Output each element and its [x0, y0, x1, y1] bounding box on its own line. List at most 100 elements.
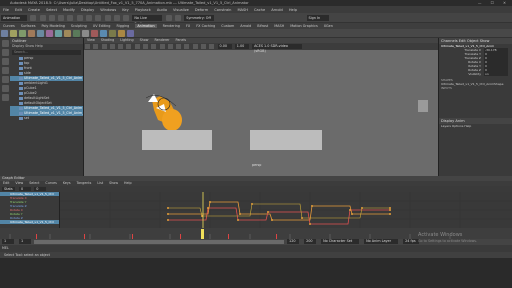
graph-menu-show[interactable]: Show [109, 181, 118, 185]
camera-select-icon[interactable] [85, 44, 90, 49]
shelf-tab-mash[interactable]: MASH [274, 24, 284, 28]
shelf-tool-icon[interactable] [10, 30, 17, 37]
graph-menu-list[interactable]: List [97, 181, 103, 185]
menu-constrain[interactable]: Constrain [214, 8, 231, 12]
textured-icon[interactable] [159, 44, 165, 49]
keyframes[interactable] [167, 201, 391, 225]
viewport-menu-renderer[interactable]: Renderer [154, 38, 169, 42]
shelf-tab-bifrost[interactable]: Bifrost [257, 24, 268, 28]
wireframe-icon[interactable] [142, 44, 148, 49]
channel-row[interactable]: Visibility on [439, 72, 512, 76]
grid-icon[interactable] [118, 44, 124, 49]
shelf-tab-motion-graphics[interactable]: Motion Graphics [290, 24, 318, 28]
shelf-tab-curves[interactable]: Curves [3, 24, 15, 28]
shelf-tab-uv-editing[interactable]: UV Editing [93, 24, 111, 28]
shelf-tab-sculpting[interactable]: Sculpting [71, 24, 87, 28]
save-scene-icon[interactable] [48, 15, 55, 21]
menu-arnold[interactable]: Arnold [271, 8, 283, 12]
ipr-render-icon[interactable] [174, 15, 181, 21]
viewport-panel[interactable]: View Shading Lighting Show Renderer Panels 0.… [84, 38, 438, 176]
shelf-tab-fx-caching[interactable]: FX Caching [196, 24, 215, 28]
antialiasing-icon[interactable] [192, 44, 198, 49]
shelf-tab-arnold[interactable]: Arnold [240, 24, 251, 28]
menu-windows[interactable]: Windows [100, 8, 116, 12]
time-cursor[interactable] [201, 229, 204, 239]
shelf-tool-icon[interactable] [82, 30, 89, 37]
last-tool-icon[interactable] [1, 94, 9, 101]
graph-curve-item[interactable]: Ultimate_Tailed_v1_V1_5_Ctrl [0, 220, 59, 224]
shelf-tool-icon[interactable] [118, 30, 125, 37]
outliner-menu[interactable]: Display Show Help [10, 44, 83, 49]
range-end-field[interactable]: 120 [287, 239, 300, 244]
shelf-tool-icon[interactable] [127, 30, 134, 37]
shelf-tool-icon[interactable] [100, 30, 107, 37]
menu-select[interactable]: Select [46, 8, 57, 12]
menu-key[interactable]: Key [122, 8, 129, 12]
graph-menu-keys[interactable]: Keys [63, 181, 71, 185]
undo-icon[interactable] [58, 15, 65, 21]
outliner-item[interactable]: set [10, 116, 83, 121]
shelf-tab-xgen[interactable]: XGen [324, 24, 333, 28]
pcube-right[interactable] [250, 130, 322, 150]
viewport-menu-panels[interactable]: Panels [176, 38, 187, 42]
fps-field[interactable]: 24 fps [403, 239, 420, 244]
graph-menu-tangents[interactable]: Tangents [77, 181, 92, 185]
menu-help[interactable]: Help [289, 8, 297, 12]
select-hierarchy-icon[interactable] [76, 15, 83, 21]
stats-field-value[interactable]: 0 [18, 187, 31, 191]
shelf-tool-icon[interactable] [37, 30, 44, 37]
shelf-tool-icon[interactable] [1, 30, 8, 37]
shelf-tool-icon[interactable] [64, 30, 71, 37]
menu-create[interactable]: Create [28, 8, 40, 12]
graph-menu-select[interactable]: Select [29, 181, 39, 185]
shelf-tool-icon[interactable] [73, 30, 80, 37]
move-tool-icon[interactable] [1, 67, 9, 74]
select-object-icon[interactable] [85, 15, 92, 21]
isolate-select-icon[interactable] [200, 44, 206, 49]
camera-attributes-icon[interactable] [93, 44, 99, 49]
select-component-icon[interactable] [95, 15, 102, 21]
exposure-field[interactable]: 0.00 [217, 44, 232, 49]
menu-file[interactable]: File [3, 8, 9, 12]
fox-character[interactable] [145, 94, 182, 131]
bookmark-icon[interactable] [101, 44, 107, 49]
start-time-field[interactable]: 1 [2, 239, 14, 244]
snap-point-icon[interactable] [123, 15, 130, 21]
viewport-menu-shading[interactable]: Shading [101, 38, 114, 42]
graph-menu-curves[interactable]: Curves [45, 181, 56, 185]
menu-deform[interactable]: Deform [195, 8, 208, 12]
rotate-tool-icon[interactable] [1, 76, 9, 83]
shelf-tab-poly-modeling[interactable]: Poly Modeling [41, 24, 64, 28]
select-tool-icon[interactable] [1, 40, 9, 47]
menu-set-dropdown[interactable]: Animation [1, 15, 27, 21]
shelf-tool-icon[interactable] [46, 30, 53, 37]
menu-mash[interactable]: MASH [237, 8, 248, 12]
snap-curve-icon[interactable] [113, 15, 120, 21]
stats-field-time[interactable]: 0 [34, 187, 47, 191]
open-scene-icon[interactable] [39, 15, 46, 21]
graph-menu-edit[interactable]: Edit [3, 181, 9, 185]
channel-value[interactable]: on [484, 72, 508, 76]
snap-grid-icon[interactable] [104, 15, 111, 21]
layer-editor-menu[interactable]: Layers Options Help [439, 124, 512, 128]
shelf-tab-fx[interactable]: FX [186, 24, 190, 28]
menu-playback[interactable]: Playback [135, 8, 151, 12]
range-slider-bar[interactable] [34, 240, 285, 244]
sign-in-button[interactable]: Sign In [306, 15, 329, 21]
menu-visualize[interactable]: Visualize [173, 8, 189, 12]
viewport-scene[interactable] [84, 50, 438, 176]
resolution-gate-icon[interactable] [134, 44, 140, 49]
command-line[interactable]: MEL [0, 245, 512, 252]
menu-edit[interactable]: Edit [15, 8, 22, 12]
end-time-field[interactable]: 200 [304, 239, 317, 244]
color-space-field[interactable]: ACES 1.0 SDR-video (sRGB) [252, 44, 303, 53]
viewport-menu-view[interactable]: View [87, 38, 95, 42]
shelf-tool-icon[interactable] [109, 30, 116, 37]
graph-menu-view[interactable]: View [15, 181, 23, 185]
curve-translate-x[interactable] [168, 201, 390, 221]
shelf-tool-icon[interactable] [28, 30, 35, 37]
shelf-tab-rigging[interactable]: Rigging [116, 24, 129, 28]
shelf-tool-icon[interactable] [55, 30, 62, 37]
gamma-field[interactable]: 1.00 [234, 44, 249, 49]
anim-layer-field[interactable]: No Anim Layer [364, 239, 399, 244]
